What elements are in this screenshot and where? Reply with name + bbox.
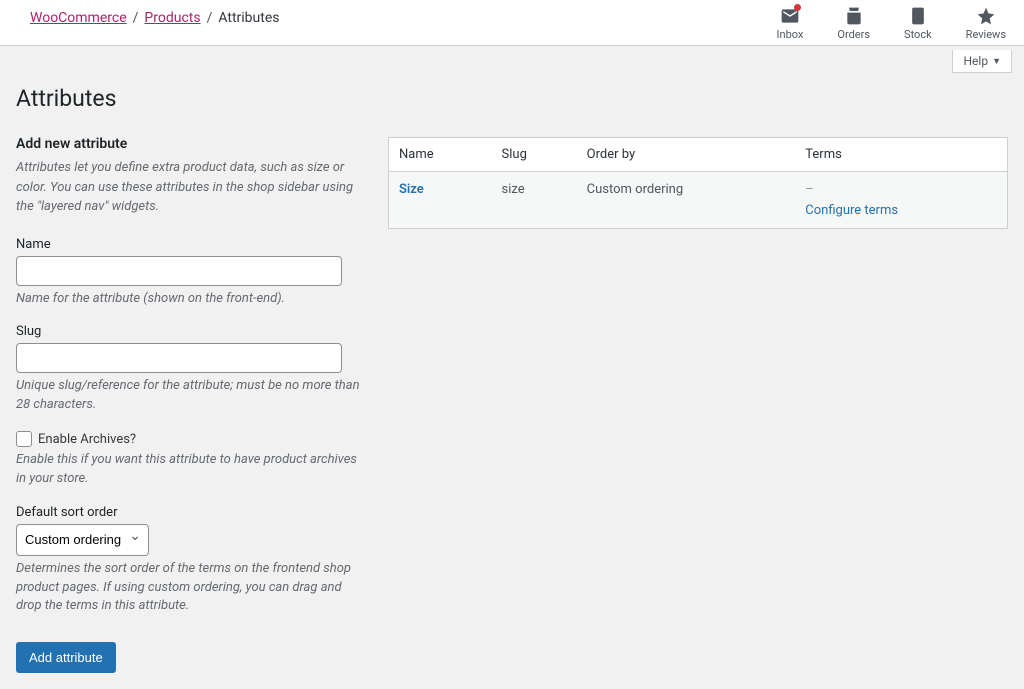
- table-row: Size size Custom ordering – Configure te…: [389, 172, 1007, 228]
- col-terms[interactable]: Terms: [795, 138, 1007, 172]
- header-actions: Inbox Orders Stock Reviews: [777, 6, 1006, 41]
- breadcrumb-link-woocommerce[interactable]: WooCommerce: [30, 10, 127, 26]
- sort-order-field: Default sort order Custom ordering Deter…: [16, 505, 368, 617]
- name-label: Name: [16, 237, 368, 252]
- breadcrumb-link-products[interactable]: Products: [144, 10, 200, 26]
- breadcrumb-current: Attributes: [218, 10, 279, 26]
- enable-archives-checkbox[interactable]: [16, 431, 32, 447]
- orders-icon: [844, 6, 864, 26]
- breadcrumb-separator: /: [133, 10, 139, 26]
- add-attribute-button[interactable]: Add attribute: [16, 642, 116, 673]
- sort-order-select[interactable]: Custom ordering: [16, 524, 149, 556]
- stock-icon: [908, 6, 928, 26]
- sort-order-hint: Determines the sort order of the terms o…: [16, 560, 368, 617]
- stock-label: Stock: [904, 28, 932, 41]
- sort-order-label: Default sort order: [16, 505, 368, 520]
- name-input[interactable]: [16, 256, 342, 286]
- inbox-button[interactable]: Inbox: [777, 6, 804, 41]
- col-slug[interactable]: Slug: [492, 138, 577, 172]
- attribute-name-link[interactable]: Size: [399, 182, 424, 197]
- help-row: Help ▼: [0, 46, 1024, 73]
- breadcrumb: WooCommerce / Products / Attributes: [30, 6, 280, 26]
- intro-text: Attributes let you define extra product …: [16, 158, 368, 217]
- archives-hint: Enable this if you want this attribute t…: [16, 451, 368, 489]
- attribute-slug-cell: size: [492, 172, 577, 228]
- enable-archives-label: Enable Archives?: [38, 432, 136, 447]
- help-tab[interactable]: Help ▼: [952, 50, 1012, 73]
- main-content: Attributes Add new attribute Attributes …: [0, 73, 1024, 689]
- reviews-label: Reviews: [966, 28, 1006, 41]
- orders-button[interactable]: Orders: [837, 6, 870, 41]
- name-field: Name Name for the attribute (shown on th…: [16, 237, 368, 309]
- orders-label: Orders: [837, 28, 870, 41]
- page-title: Attributes: [16, 85, 368, 112]
- chevron-down-icon: ▼: [992, 56, 1001, 67]
- notification-dot: [794, 4, 801, 11]
- help-label: Help: [963, 54, 988, 68]
- name-hint: Name for the attribute (shown on the fro…: [16, 290, 368, 309]
- col-order[interactable]: Order by: [577, 138, 796, 172]
- right-column: Name Slug Order by Terms Size size Custo…: [388, 137, 1008, 673]
- reviews-button[interactable]: Reviews: [966, 6, 1006, 41]
- attribute-order-cell: Custom ordering: [577, 172, 796, 228]
- inbox-label: Inbox: [777, 28, 804, 41]
- add-attribute-heading: Add new attribute: [16, 136, 368, 152]
- stock-button[interactable]: Stock: [904, 6, 932, 41]
- attributes-table: Name Slug Order by Terms Size size Custo…: [388, 137, 1008, 229]
- breadcrumb-separator: /: [207, 10, 213, 26]
- star-icon: [976, 6, 996, 26]
- top-bar: WooCommerce / Products / Attributes Inbo…: [0, 0, 1024, 46]
- terms-dash: –: [805, 182, 814, 197]
- left-column: Attributes Add new attribute Attributes …: [16, 81, 368, 673]
- slug-hint: Unique slug/reference for the attribute;…: [16, 377, 368, 415]
- table-header-row: Name Slug Order by Terms: [389, 138, 1007, 172]
- slug-field: Slug Unique slug/reference for the attri…: [16, 324, 368, 415]
- slug-label: Slug: [16, 324, 368, 339]
- slug-input[interactable]: [16, 343, 342, 373]
- archives-field: Enable Archives? Enable this if you want…: [16, 431, 368, 489]
- col-name[interactable]: Name: [389, 138, 492, 172]
- configure-terms-link[interactable]: Configure terms: [805, 203, 997, 218]
